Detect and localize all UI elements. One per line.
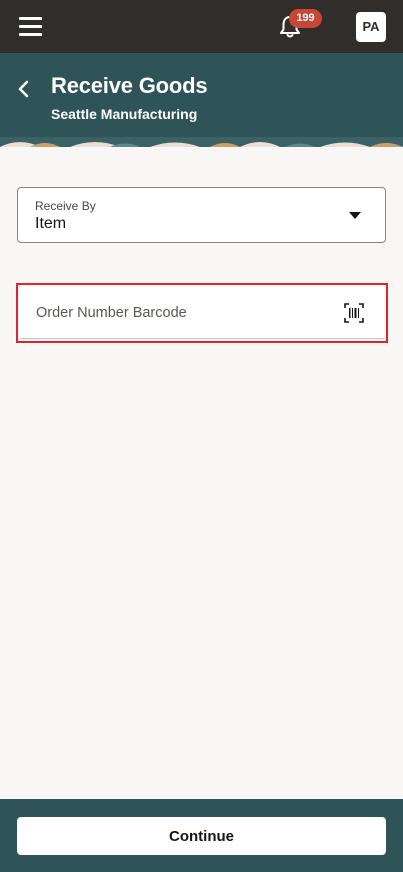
continue-button[interactable]: Continue xyxy=(17,817,386,855)
page-subtitle: Seattle Manufacturing xyxy=(51,106,198,122)
user-avatar[interactable]: PA xyxy=(356,12,386,42)
order-number-barcode-input[interactable] xyxy=(36,287,336,339)
hamburger-menu-icon[interactable] xyxy=(19,17,42,36)
footer-bar: Continue xyxy=(0,799,403,872)
caret-down-icon xyxy=(349,212,361,219)
receive-by-value: Item xyxy=(35,215,67,232)
barcode-scan-icon[interactable] xyxy=(344,303,364,323)
receive-by-select[interactable]: Receive By Item xyxy=(17,187,386,243)
page-header: Receive Goods Seattle Manufacturing xyxy=(0,53,403,147)
page-title: Receive Goods xyxy=(51,73,208,98)
notification-count-badge: 199 xyxy=(289,9,322,28)
receive-by-label: Receive By xyxy=(35,199,96,213)
decorative-pattern xyxy=(0,137,403,147)
order-number-barcode-highlight xyxy=(16,283,388,343)
back-chevron-icon[interactable] xyxy=(14,77,34,101)
order-number-barcode-field xyxy=(20,287,384,339)
top-app-bar: 199 PA xyxy=(0,0,403,53)
